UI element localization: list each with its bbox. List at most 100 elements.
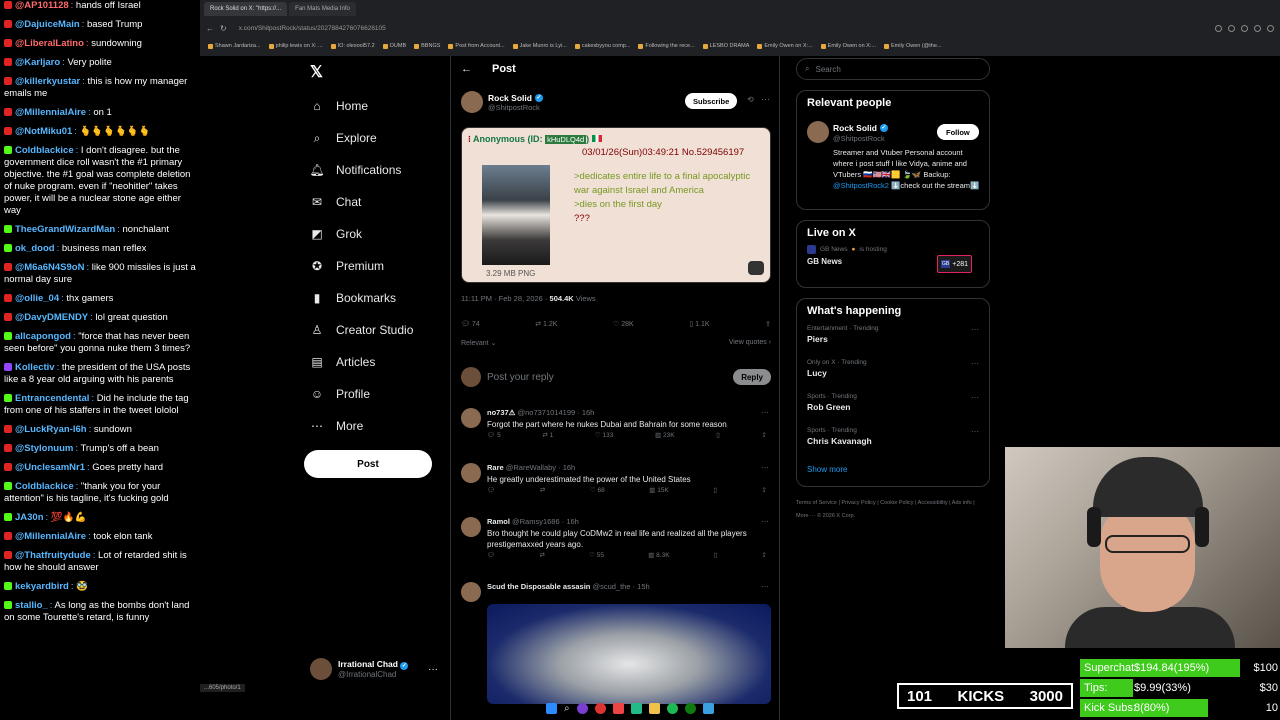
chat-username[interactable]: @Thatfruitydude — [15, 550, 91, 561]
chat-username[interactable]: stallio_ — [15, 600, 48, 611]
profile-icon[interactable] — [1267, 24, 1274, 32]
chat-username[interactable]: @Stylonuum — [15, 443, 73, 454]
reload-icon[interactable]: ↻ — [220, 24, 227, 33]
reply-author[interactable]: Ramol — [487, 517, 510, 526]
trend-item[interactable]: Sports · Trending Chris Kavanagh ··· — [807, 427, 979, 461]
more-icon[interactable]: ··· — [971, 359, 979, 368]
app-icon[interactable] — [612, 702, 624, 714]
chat-username[interactable]: @NotMiku01 — [15, 126, 72, 137]
more-icon[interactable]: ··· — [761, 94, 770, 104]
back-arrow-icon[interactable]: ← — [461, 63, 472, 75]
reply-button[interactable]: Reply — [733, 369, 771, 385]
reply-input[interactable] — [487, 371, 734, 383]
sort-dropdown[interactable]: Relevant ⌄ — [461, 339, 496, 347]
xbox-icon[interactable] — [684, 702, 696, 714]
share-icon[interactable]: ⇪ — [762, 486, 767, 494]
chat-username[interactable]: TheeGrandWizardMan — [15, 224, 115, 235]
chat-username[interactable]: Kollectiv — [15, 362, 55, 373]
image-expand-icon[interactable] — [748, 261, 764, 275]
repost-action[interactable]: ⇄ — [540, 486, 545, 494]
author-name[interactable]: Rock Solid ✓ — [488, 93, 543, 103]
bio-link[interactable]: @ShitpostRock2 — [833, 181, 889, 190]
nav-item-profile[interactable]: ☺ Profile — [304, 378, 444, 410]
extension-icon[interactable] — [1254, 24, 1261, 32]
reply-media-image[interactable] — [487, 604, 771, 704]
share-icon[interactable]: ⇪ — [765, 320, 771, 328]
folder-icon[interactable] — [648, 702, 660, 714]
browser-tab[interactable]: Fan Mats Media Info — [289, 2, 356, 16]
bookmark-item[interactable]: Post from Account... — [448, 43, 504, 49]
views-action[interactable]: ▥ 23K — [655, 431, 675, 439]
nav-item-grok[interactable]: ◩ Grok — [304, 218, 444, 250]
repost-action[interactable]: ⇄ — [539, 551, 544, 559]
nav-item-notifications[interactable]: 🔔︎ Notifications — [304, 154, 444, 186]
bookmark-item[interactable]: cakesbyyou comp... — [575, 43, 631, 49]
app-icon[interactable] — [576, 702, 588, 714]
bookmark-icon[interactable]: ▯ — [716, 431, 720, 439]
bookmark-icon[interactable]: ▯ — [714, 551, 718, 559]
post-image[interactable]: ⁝ Anonymous (ID: kHuDLQ4d) 03/01/26(Sun)… — [461, 127, 771, 283]
trend-item[interactable]: Only on X · Trending Lucy ··· — [807, 359, 979, 393]
repost-action[interactable]: ⇄ 1.2K — [535, 320, 557, 328]
more-icon[interactable]: ··· — [761, 463, 769, 472]
bookmark-icon[interactable]: ▯ — [713, 486, 717, 494]
repost-action[interactable]: ⇄ 1 — [542, 431, 553, 439]
nav-item-explore[interactable]: ⌕ Explore — [304, 122, 444, 154]
heart-action[interactable]: ♡ 133 — [595, 431, 614, 439]
app-icon[interactable] — [630, 702, 642, 714]
more-icon[interactable]: ··· — [971, 325, 979, 334]
bookmark-item[interactable]: LESBO DRAMA — [703, 43, 750, 49]
search-input[interactable] — [815, 64, 966, 74]
nav-item-bookmarks[interactable]: ▮ Bookmarks — [304, 282, 444, 314]
person-name[interactable]: Rock Solid ✓ — [833, 123, 888, 133]
chat-username[interactable]: @ollie_04 — [15, 293, 59, 304]
app-icon[interactable] — [594, 702, 606, 714]
avatar[interactable] — [461, 582, 481, 602]
avatar[interactable] — [461, 91, 483, 113]
views-action[interactable]: ▥ 8.3K — [648, 551, 669, 559]
nav-item-articles[interactable]: ▤ Articles — [304, 346, 444, 378]
reply-action[interactable]: 💬︎ — [487, 486, 495, 494]
chat-username[interactable]: @MillennialAire — [15, 531, 86, 542]
reply-author[interactable]: no737⚠ — [487, 408, 515, 417]
avatar[interactable] — [461, 517, 481, 537]
bookmark-action[interactable]: ▯ 1.1K — [689, 320, 709, 328]
bookmark-item[interactable]: Following the rece... — [638, 43, 694, 49]
chat-username[interactable]: JA30n — [15, 512, 44, 523]
extension-icon[interactable] — [1215, 24, 1222, 32]
post-button[interactable]: Post — [304, 450, 432, 478]
nav-item-creator-studio[interactable]: ♙ Creator Studio — [304, 314, 444, 346]
search-icon[interactable]: ⌕ — [564, 703, 570, 714]
spotify-icon[interactable] — [666, 702, 678, 714]
avatar[interactable] — [461, 463, 481, 483]
browser-tab-active[interactable]: Rock Solid on X: "https://... — [204, 2, 288, 16]
bookmark-item[interactable]: BBNGS — [414, 43, 440, 49]
reply-action[interactable]: 💬︎ — [487, 551, 495, 559]
follow-button[interactable]: Follow — [937, 124, 979, 140]
chat-username[interactable]: Entrancendental — [15, 393, 89, 404]
show-more-link[interactable]: Show more — [807, 465, 979, 474]
share-icon[interactable]: ⇪ — [762, 431, 767, 439]
more-icon[interactable]: ··· — [761, 408, 769, 417]
chat-username[interactable]: @Karljaro — [15, 57, 60, 68]
address-bar[interactable]: x.com/ShitpostRock/status/20278842760766… — [233, 25, 386, 32]
account-switcher[interactable]: Irrational Chad ✓ @IrrationalChad ··· — [310, 658, 450, 680]
chat-username[interactable]: @AP101128 — [15, 0, 69, 11]
extension-icon[interactable] — [1228, 24, 1235, 32]
bookmark-item[interactable]: Shawn Jardariza... — [208, 43, 261, 49]
nav-item-chat[interactable]: ✉︎ Chat — [304, 186, 444, 218]
chat-username[interactable]: @UnclesamNr1 — [15, 462, 85, 473]
more-icon[interactable]: ··· — [761, 582, 769, 591]
footer-links[interactable]: Terms of Service | Privacy Policy | Cook… — [796, 497, 976, 523]
chat-username[interactable]: Coldblackice — [15, 145, 74, 156]
search-box[interactable]: ⌕ — [796, 58, 990, 80]
chat-username[interactable]: @LuckRyan-l6h — [15, 424, 87, 435]
post-timestamp[interactable]: 11:11 PM · Feb 28, 2026 · — [461, 294, 547, 303]
avatar[interactable] — [461, 408, 481, 428]
bookmark-item[interactable]: OUMB — [383, 43, 407, 49]
reply-author[interactable]: Scud the Disposable assasin — [487, 582, 590, 591]
chat-username[interactable]: allcapongod — [15, 331, 71, 342]
reply-author[interactable]: Rare — [487, 463, 504, 472]
more-icon[interactable]: ··· — [428, 664, 438, 675]
x-logo-icon[interactable]: 𝕏 — [310, 62, 323, 82]
